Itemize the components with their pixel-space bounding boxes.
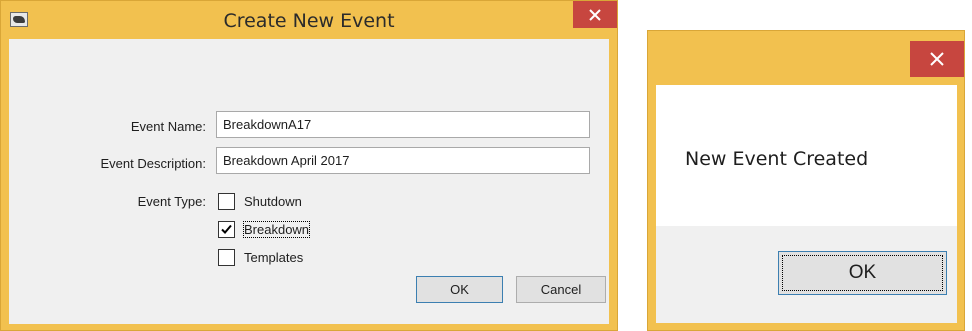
ok-button[interactable]: OK bbox=[416, 276, 503, 303]
message-ok-label: OK bbox=[782, 255, 943, 291]
message-title-bar[interactable] bbox=[648, 31, 964, 85]
dialog-title: Create New Event bbox=[223, 10, 395, 32]
shutdown-checkbox[interactable] bbox=[218, 193, 235, 210]
title-bar[interactable]: Create New Event bbox=[1, 1, 617, 39]
breakdown-checkbox[interactable] bbox=[218, 221, 235, 238]
templates-checkbox[interactable] bbox=[218, 249, 235, 266]
close-icon bbox=[589, 8, 601, 21]
event-type-label: Event Type: bbox=[137, 194, 206, 209]
message-ok-button[interactable]: OK bbox=[778, 251, 947, 295]
checkmark-icon bbox=[221, 224, 232, 234]
dialog-body: Event Name: BreakdownA17 Event Descripti… bbox=[9, 39, 609, 324]
message-close-button[interactable] bbox=[910, 41, 964, 77]
message-dialog: New Event Created OK bbox=[647, 30, 965, 331]
message-text: New Event Created bbox=[685, 148, 869, 170]
shutdown-label: Shutdown bbox=[244, 194, 302, 209]
event-name-field[interactable]: BreakdownA17 bbox=[216, 111, 590, 138]
create-event-dialog: Create New Event Event Name: BreakdownA1… bbox=[0, 0, 618, 331]
message-body: New Event Created OK bbox=[656, 85, 957, 323]
cancel-button[interactable]: Cancel bbox=[516, 276, 606, 303]
close-icon bbox=[930, 52, 944, 66]
close-button[interactable] bbox=[573, 1, 617, 28]
event-description-field[interactable]: Breakdown April 2017 bbox=[216, 147, 590, 174]
event-name-label: Event Name: bbox=[130, 119, 206, 134]
templates-label: Templates bbox=[244, 250, 304, 265]
breakdown-label: Breakdown bbox=[242, 221, 311, 238]
event-description-label: Event Description: bbox=[100, 156, 207, 171]
